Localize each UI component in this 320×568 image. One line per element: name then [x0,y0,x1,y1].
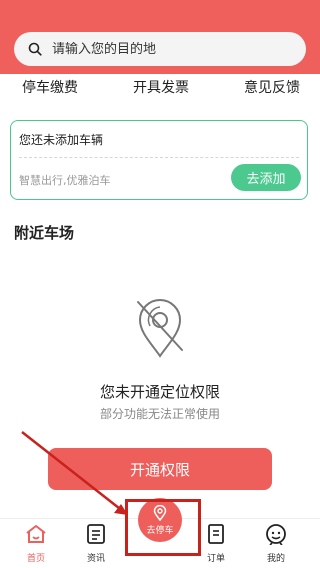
quick-links: 停车缴费 开具发票 意见反馈 [0,76,320,102]
tab-orders-label: 订单 [206,554,225,564]
news-icon [87,524,105,544]
tab-go-park-label: 去停车 [146,525,174,536]
search-input[interactable] [52,41,282,57]
permission-title: 您未开通定位权限 [99,383,220,401]
tab-profile[interactable]: 我的 [256,523,296,567]
vehicle-card: 您还未添加车辆 智慧出行,优雅泊车 去添加 [10,120,308,200]
vehicle-card-divider [19,157,299,158]
tab-home-label: 首页 [26,554,45,564]
search-bar[interactable] [14,32,306,66]
tab-orders[interactable]: 订单 [196,523,236,567]
vehicle-card-title: 您还未添加车辆 [19,133,104,147]
profile-icon [266,524,286,545]
tab-news[interactable]: 资讯 [76,523,116,567]
location-pin-icon [153,504,167,521]
add-vehicle-button[interactable]: 去添加 [231,164,301,191]
order-icon [208,524,224,544]
tab-news-label: 资讯 [86,554,105,564]
tab-go-park[interactable]: 去停车 [138,498,182,542]
tab-home[interactable]: 首页 [16,523,56,567]
search-icon [28,42,42,56]
vehicle-card-subtitle: 智慧出行,优雅泊车 [19,174,111,187]
enable-permission-button[interactable]: 开通权限 [48,448,272,490]
nearby-parking-title: 附近车场 [14,224,75,242]
home-icon [26,525,46,543]
location-disabled-icon [137,299,183,358]
quick-link-parking-payment[interactable]: 停车缴费 [22,76,78,102]
quick-link-feedback[interactable]: 意见反馈 [244,76,300,102]
tab-profile-label: 我的 [266,554,285,564]
quick-link-invoice[interactable]: 开具发票 [133,76,189,102]
permission-subtitle: 部分功能无法正常使用 [99,407,220,421]
